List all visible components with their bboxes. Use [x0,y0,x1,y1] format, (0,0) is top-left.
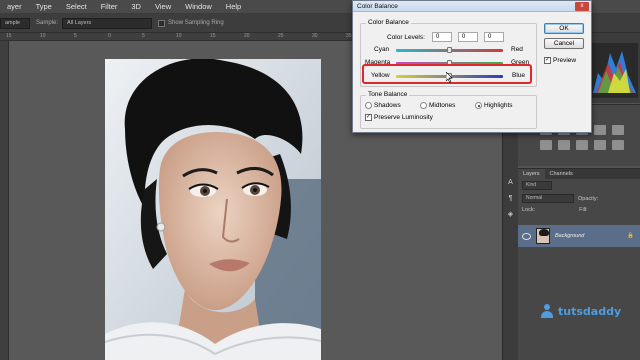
menu-filter[interactable]: Filter [94,2,125,11]
blend-row: Normal Opacity: [518,192,640,205]
layer-background[interactable]: Background 🔒 [518,225,640,247]
cyan-red-slider[interactable] [396,47,503,53]
blend-mode-select[interactable]: Normal [522,194,574,203]
shadows-label: Shadows [374,102,401,109]
preserve-luminosity-checkbox[interactable]: ✓ [365,114,372,121]
highlights-label: Highlights [484,102,513,109]
menu-type[interactable]: Type [29,2,59,11]
visibility-eye-icon[interactable] [522,232,531,240]
menu-view[interactable]: View [148,2,178,11]
preserve-luminosity-label: Preserve Luminosity [374,114,433,121]
level-magenta-green-input[interactable]: 0 [458,32,478,42]
red-label: Red [511,46,523,53]
ok-button[interactable]: OK [544,23,584,34]
color-balance-group-label: Color Balance [366,19,411,26]
menu-help[interactable]: Help [219,2,248,11]
tab-channels[interactable]: Channels [545,169,578,179]
ruler-tick: 30 [312,33,318,39]
ruler-tick: 15 [210,33,216,39]
ruler-tick: 0 [108,33,111,39]
photoshop-window: ayer Type Select Filter 3D View Window H… [0,0,640,360]
layer-thumbnail [536,228,550,244]
watermark: tutsdaddy [540,304,621,318]
lock-label: Lock: [522,207,536,213]
vertical-ruler [0,41,9,360]
color-levels-label: Color Levels: [387,34,425,41]
portrait-photo [105,59,321,360]
cancel-button[interactable]: Cancel [544,38,584,49]
ruler-tick: 25 [278,33,284,39]
sample-label: Sample: [36,20,59,26]
mouse-cursor-icon [446,72,453,83]
menu-3d[interactable]: 3D [124,2,148,11]
ruler-tick: 5 [142,33,145,39]
ruler-tick: 20 [244,33,250,39]
layer-name: Background [555,233,585,239]
lock-row: Lock: Fill: [518,205,640,215]
portrait-image [105,59,321,360]
lock-icon: 🔒 [627,233,634,239]
color-balance-dialog: Color Balance x Color Balance Color Leve… [352,0,592,133]
layers-panel-tabs: Layers Channels [518,169,640,179]
color-balance-icon[interactable] [558,140,570,150]
tone-balance-group: Tone Balance [360,91,537,129]
preview-label: Preview [553,57,577,64]
fill-label: Fill: [579,207,588,213]
watermark-person-icon [540,304,554,318]
midtones-radio[interactable] [420,102,427,109]
opacity-label: Opacity: [578,195,599,202]
highlights-radio[interactable] [475,102,482,109]
exposure-icon[interactable] [594,125,606,135]
ruler-tick: 5 [74,33,77,39]
menu-window[interactable]: Window [178,2,219,11]
sample-select[interactable]: All Layers [62,17,153,29]
tone-balance-group-label: Tone Balance [366,91,410,98]
level-cyan-red-input[interactable]: 0 [432,32,452,42]
menu-select[interactable]: Select [59,2,94,11]
photo-filter-icon[interactable] [594,140,606,150]
channel-mixer-icon[interactable] [612,140,624,150]
watermark-text: tutsdaddy [558,304,622,318]
show-sampling-ring-label: Show Sampling Ring [168,20,224,26]
preview-checkbox[interactable]: ✓ [544,57,551,64]
sample-size-select[interactable]: ample [0,17,30,29]
cyan-red-slider-thumb[interactable] [447,47,452,53]
ruler-tick: 10 [40,33,46,39]
level-yellow-blue-input[interactable]: 0 [484,32,504,42]
kind-filter-select[interactable]: Kind [522,181,552,190]
menu-layer[interactable]: ayer [0,2,29,11]
character-icon[interactable]: A [505,177,517,189]
hue-saturation-icon[interactable] [540,140,552,150]
dialog-title[interactable]: Color Balance [353,1,591,12]
layer-filter-row: Kind [518,179,640,192]
midtones-label: Midtones [429,102,456,109]
ruler-tick: 35 [346,33,352,39]
ruler-tick: 15 [6,33,12,39]
close-icon[interactable]: x [575,2,589,11]
show-sampling-ring-checkbox[interactable] [158,19,166,27]
shadows-radio[interactable] [365,102,372,109]
cyan-label: Cyan [374,46,390,53]
layers-panel: Layers Channels Kind Normal Opacity: Loc… [518,168,640,360]
paragraph-icon[interactable]: ¶ [505,193,517,205]
3d-icon[interactable]: ◈ [505,209,517,221]
tab-layers[interactable]: Layers [518,169,545,179]
ruler-tick: 10 [176,33,182,39]
vibrance-icon[interactable] [612,125,624,135]
black-white-icon[interactable] [576,140,588,150]
